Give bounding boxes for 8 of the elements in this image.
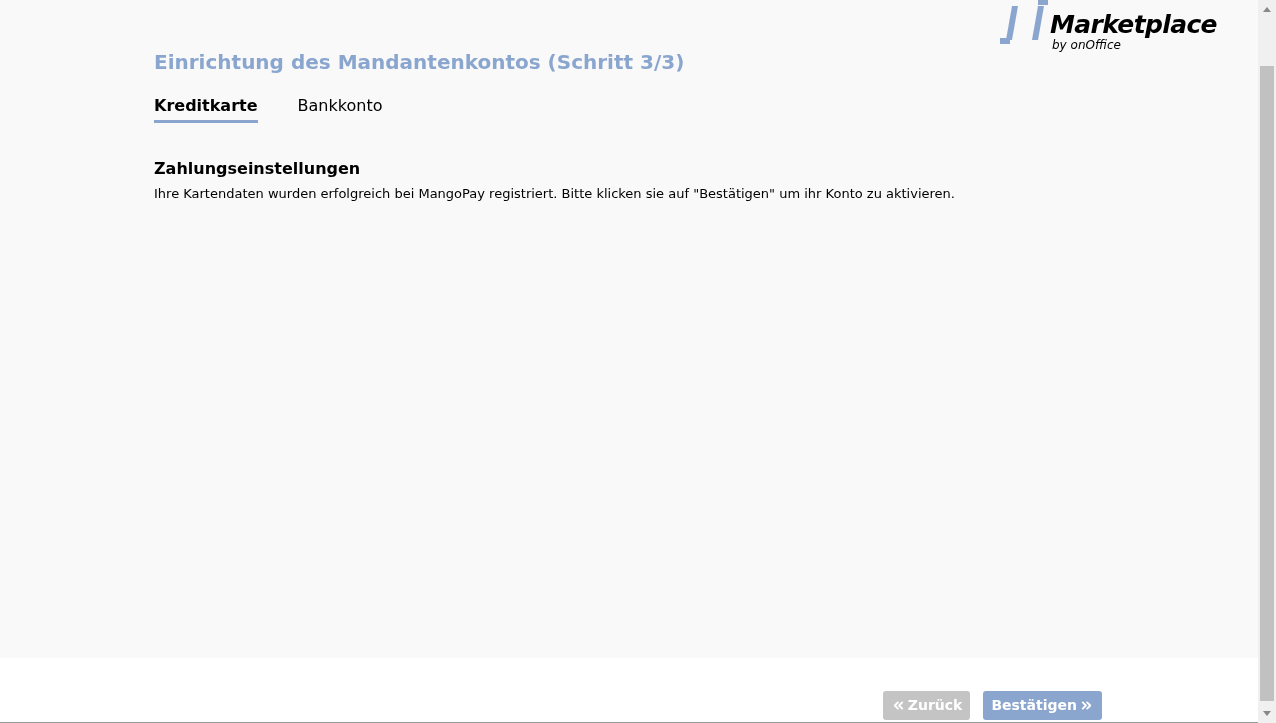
tab[interactable]: Bankkonto — [297, 94, 383, 123]
page-title: Einrichtung des Mandantenkontos (Schritt 3/3) — [154, 49, 686, 76]
logo-wordmark: Marketplace — [1050, 12, 1217, 38]
logo-subtitle: by onOffice — [1052, 38, 1121, 52]
tab[interactable]: Kreditkarte — [154, 94, 258, 123]
section-text: Ihre Kartendaten wurden erfolgreich bei MangoPay registriert. Bitte klicken sie auf "Bestätigen" um ihr Konto zu aktivieren. — [154, 185, 956, 203]
double-chevron-right-icon — [1079, 698, 1094, 713]
section-heading: Zahlungseinstellungen — [154, 158, 362, 180]
